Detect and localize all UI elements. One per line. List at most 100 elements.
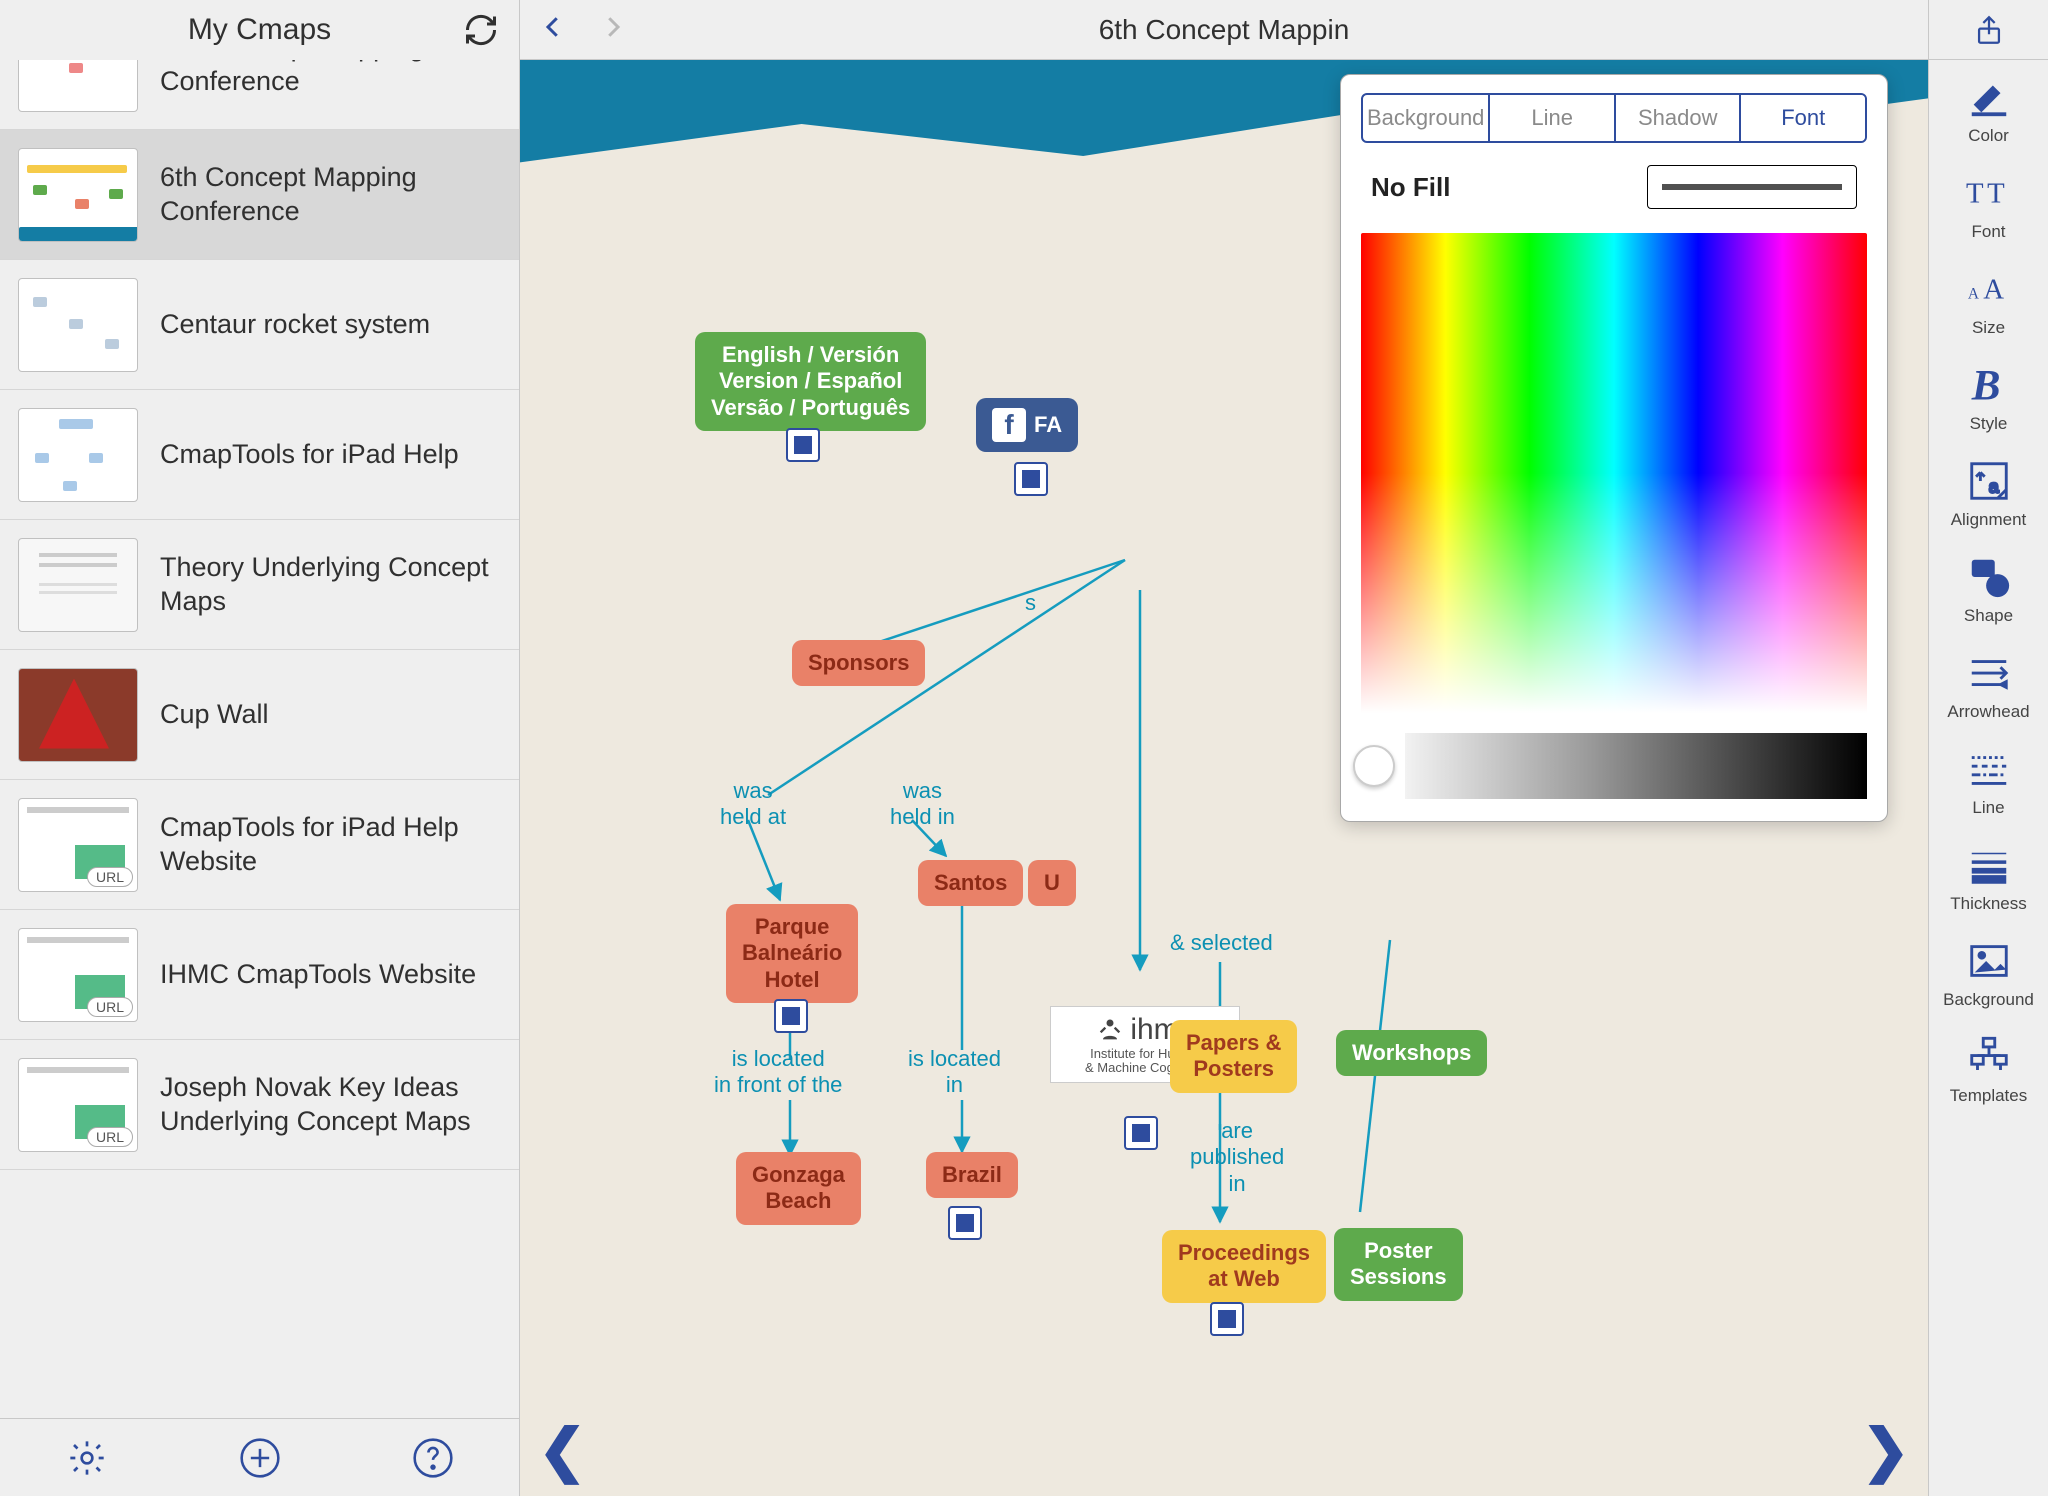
- sidebar: My Cmaps 2nd Concept Mapping Conference: [0, 0, 520, 1496]
- sidebar-title: My Cmaps: [188, 13, 331, 47]
- list-thumb: [18, 408, 138, 502]
- nav-back-icon[interactable]: [538, 12, 568, 47]
- svg-text:A: A: [1967, 286, 1978, 303]
- list-item[interactable]: Theory Underlying Concept Maps: [0, 520, 519, 650]
- resource-icon[interactable]: [948, 1200, 982, 1240]
- svg-text:A: A: [1983, 274, 2004, 306]
- list-thumb: [18, 148, 138, 242]
- node-facebook[interactable]: f FA: [976, 398, 1078, 452]
- node-proceedings[interactable]: Proceedings at Web: [1162, 1230, 1326, 1303]
- list-item[interactable]: Centaur rocket system: [0, 260, 519, 390]
- link-label: are published in: [1190, 1118, 1284, 1197]
- list-thumb: [18, 538, 138, 632]
- resource-icon[interactable]: [1210, 1296, 1244, 1336]
- nav-forward-icon[interactable]: [598, 12, 628, 47]
- list-thumb: URL: [18, 928, 138, 1022]
- tool-label: Arrowhead: [1947, 702, 2029, 722]
- tool-color[interactable]: Color: [1929, 60, 2048, 156]
- list-item[interactable]: URL CmapTools for iPad Help Website: [0, 780, 519, 910]
- svg-text:B: B: [1970, 362, 2000, 408]
- tool-font[interactable]: TT Font: [1929, 156, 2048, 252]
- list-thumb: [18, 60, 138, 112]
- fb-label: FA: [1034, 412, 1062, 438]
- refresh-icon[interactable]: [461, 10, 501, 50]
- settings-button[interactable]: [61, 1432, 113, 1484]
- resource-icon[interactable]: [1014, 456, 1048, 496]
- list-item[interactable]: 6th Concept Mapping Conference: [0, 130, 519, 260]
- node-workshops[interactable]: Workshops: [1336, 1030, 1487, 1076]
- color-popover: Background Line Shadow Font No Fill: [1340, 74, 1888, 822]
- svg-text:T: T: [1966, 178, 1984, 210]
- tool-label: Background: [1943, 990, 2034, 1010]
- pager-prev-icon[interactable]: ❮: [538, 1416, 587, 1484]
- node-brazil[interactable]: Brazil: [926, 1152, 1018, 1198]
- canvas[interactable]: English / Versión Version / Español Vers…: [520, 60, 1928, 1496]
- list-item[interactable]: URL Joseph Novak Key Ideas Underlying Co…: [0, 1040, 519, 1170]
- sidebar-item-label: CmapTools for iPad Help: [160, 438, 459, 472]
- seg-background[interactable]: Background: [1363, 95, 1488, 141]
- current-color-swatch[interactable]: [1647, 165, 1857, 209]
- resource-icon[interactable]: [786, 422, 820, 462]
- help-button[interactable]: [407, 1432, 459, 1484]
- sidebar-header: My Cmaps: [0, 0, 519, 60]
- tool-templates[interactable]: Templates: [1929, 1020, 2048, 1116]
- style-segment-control[interactable]: Background Line Shadow Font: [1361, 93, 1867, 143]
- tool-label: Templates: [1950, 1086, 2027, 1106]
- link-label: is located in front of the: [714, 1046, 842, 1099]
- tool-thickness[interactable]: Thickness: [1929, 828, 2048, 924]
- tool-line[interactable]: Line: [1929, 732, 2048, 828]
- tool-shape[interactable]: Shape: [1929, 540, 2048, 636]
- sidebar-item-label: IHMC CmapTools Website: [160, 958, 476, 992]
- list-thumb: [18, 668, 138, 762]
- tool-label: Alignment: [1951, 510, 2027, 530]
- no-fill-label[interactable]: No Fill: [1371, 172, 1450, 203]
- sidebar-footer: [0, 1418, 519, 1496]
- list-thumb: [18, 278, 138, 372]
- tool-label: Shape: [1964, 606, 2013, 626]
- brightness-knob[interactable]: [1353, 745, 1395, 787]
- node-papers-posters[interactable]: Papers & Posters: [1170, 1020, 1297, 1093]
- pager-next-icon[interactable]: ❯: [1861, 1416, 1910, 1484]
- color-spectrum[interactable]: [1361, 233, 1867, 713]
- tool-label: Style: [1970, 414, 2008, 434]
- list-item[interactable]: Cup Wall: [0, 650, 519, 780]
- url-badge: URL: [87, 1127, 133, 1147]
- node-gonzaga[interactable]: Gonzaga Beach: [736, 1152, 861, 1225]
- tool-arrowhead[interactable]: Arrowhead: [1929, 636, 2048, 732]
- resource-icon[interactable]: [774, 993, 808, 1033]
- sidebar-list[interactable]: 2nd Concept Mapping Conference 6th Conce…: [0, 60, 519, 1418]
- tool-style[interactable]: B Style: [1929, 348, 2048, 444]
- sidebar-item-label: 6th Concept Mapping Conference: [160, 161, 501, 229]
- list-item[interactable]: URL IHMC CmapTools Website: [0, 910, 519, 1040]
- url-badge: URL: [87, 867, 133, 887]
- sidebar-item-label: Joseph Novak Key Ideas Underlying Concep…: [160, 1071, 501, 1139]
- sidebar-item-label: Cup Wall: [160, 698, 269, 732]
- seg-shadow[interactable]: Shadow: [1614, 95, 1740, 141]
- tool-background[interactable]: Background: [1929, 924, 2048, 1020]
- list-item[interactable]: CmapTools for iPad Help: [0, 390, 519, 520]
- list-item[interactable]: 2nd Concept Mapping Conference: [0, 60, 519, 130]
- svg-text:T: T: [1987, 178, 2005, 210]
- node-poster-sessions[interactable]: Poster Sessions: [1334, 1228, 1463, 1301]
- list-thumb: URL: [18, 1058, 138, 1152]
- brightness-slider[interactable]: [1405, 733, 1867, 799]
- resource-icon[interactable]: [1124, 1110, 1158, 1150]
- right-toolbar: Color TT Font AA Size B Style a Alignmen…: [1928, 0, 2048, 1496]
- link-label-s: s: [1025, 590, 1036, 616]
- main-header: 6th Concept Mappin: [520, 0, 1928, 60]
- node-language[interactable]: English / Versión Version / Español Vers…: [695, 332, 926, 431]
- tool-size[interactable]: AA Size: [1929, 252, 2048, 348]
- sidebar-item-label: Centaur rocket system: [160, 308, 430, 342]
- tool-label: Size: [1972, 318, 2005, 338]
- tool-alignment[interactable]: a Alignment: [1929, 444, 2048, 540]
- node-parque[interactable]: Parque Balneário Hotel: [726, 904, 858, 1003]
- node-u[interactable]: U: [1028, 860, 1076, 906]
- share-button[interactable]: [1929, 0, 2048, 60]
- node-santos[interactable]: Santos: [918, 860, 1023, 906]
- node-sponsors[interactable]: Sponsors: [792, 640, 925, 686]
- link-label: was held in: [890, 778, 955, 831]
- tool-label: Color: [1968, 126, 2009, 146]
- add-button[interactable]: [234, 1432, 286, 1484]
- seg-line[interactable]: Line: [1488, 95, 1614, 141]
- seg-font[interactable]: Font: [1739, 95, 1865, 141]
